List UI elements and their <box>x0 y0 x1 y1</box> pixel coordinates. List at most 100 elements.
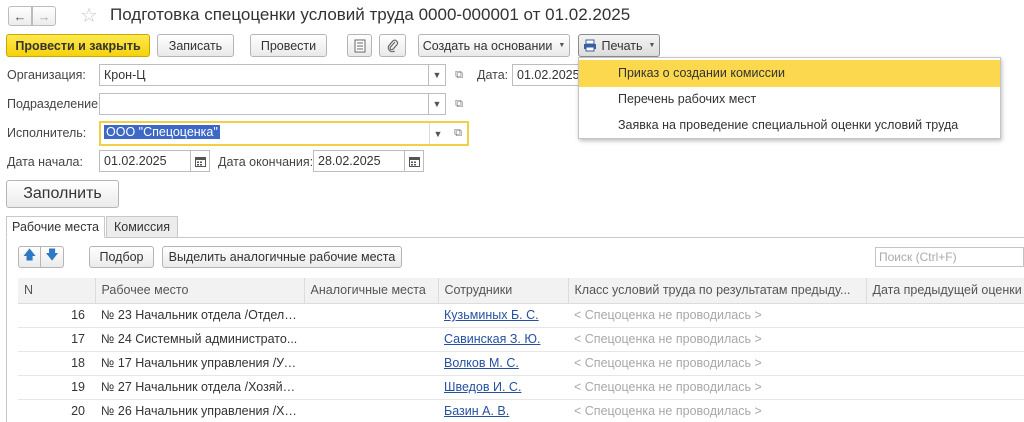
create-based-on-button[interactable]: Создать на основании ▼ <box>418 34 570 57</box>
row-prev-date <box>866 351 1024 376</box>
end-date-calendar-button[interactable] <box>405 150 424 172</box>
page-title: Подготовка спецоценки условий труда 0000… <box>110 5 631 24</box>
panel-border <box>6 237 7 422</box>
select-similar-button[interactable]: Выделить аналогичные рабочие места <box>162 246 402 268</box>
move-down-button[interactable]: 🡇 <box>41 246 64 268</box>
document-window: ← → ☆ Подготовка спецоценки условий труд… <box>0 0 1024 422</box>
start-date-calendar-button[interactable] <box>191 150 210 172</box>
paperclip-icon <box>387 39 398 52</box>
fill-button[interactable]: Заполнить <box>6 180 119 208</box>
print-menu-item-workplace-list[interactable]: Перечень рабочих мест <box>579 86 1000 113</box>
document-list-icon <box>354 39 365 52</box>
row-similar <box>304 399 438 422</box>
forward-button[interactable]: → <box>32 6 56 26</box>
row-similar <box>304 327 438 352</box>
column-header-employees[interactable]: Сотрудники <box>438 278 569 304</box>
department-label: Подразделение: <box>7 97 102 111</box>
table-row[interactable]: 19 № 27 Начальник отдела /Хозяйс... Швед… <box>18 375 1024 400</box>
row-employee-link[interactable]: Базин А. В. <box>438 399 568 422</box>
column-header-prev-date[interactable]: Дата предыдущей оценки <box>866 278 1024 304</box>
executor-label: Исполнитель: <box>7 126 87 140</box>
table-row[interactable]: 17 № 24 Системный администрато... Савинс… <box>18 327 1024 352</box>
row-number: 16 <box>18 303 95 328</box>
executor-open-icon[interactable]: ⧉ <box>450 125 466 141</box>
organization-open-icon[interactable]: ⧉ <box>451 67 467 83</box>
document-structure-button[interactable] <box>347 34 372 57</box>
column-header-similar[interactable]: Аналогичные места <box>304 278 439 304</box>
row-workplace: № 27 Начальник отдела /Хозяйс... <box>95 375 304 400</box>
end-date-label: Дата окончания: <box>218 155 314 169</box>
table-row[interactable]: 16 № 23 Начальник отдела /Отдел ... Кузь… <box>18 303 1024 328</box>
create-based-on-label: Создать на основании <box>422 38 553 53</box>
row-employee-link[interactable]: Шведов И. С. <box>438 375 568 400</box>
chevron-down-icon: ▼ <box>432 99 442 109</box>
attachments-button[interactable] <box>379 34 406 57</box>
row-number: 19 <box>18 375 95 400</box>
print-menu: Приказ о создании комиссии Перечень рабо… <box>578 57 1001 139</box>
tab-commission[interactable]: Комиссия <box>106 216 178 238</box>
row-employee-link[interactable]: Савинская З. Ю. <box>438 327 568 352</box>
dropdown-caret-icon: ▼ <box>558 42 566 49</box>
chevron-down-icon: ▼ <box>433 128 443 139</box>
back-button[interactable]: ← <box>8 6 32 26</box>
pick-button[interactable]: Подбор <box>89 246 154 268</box>
calendar-icon <box>408 156 420 167</box>
arrow-up-icon: 🡅 <box>22 247 37 262</box>
date-label: Дата: <box>477 68 509 82</box>
organization-label: Организация: <box>7 68 86 82</box>
row-workplace: № 17 Начальник управления /Уп... <box>95 351 304 376</box>
post-and-close-button[interactable]: Провести и закрыть <box>6 34 150 57</box>
start-date-label: Дата начала: <box>7 155 83 169</box>
row-number: 20 <box>18 399 95 422</box>
arrow-right-icon: → <box>37 8 51 24</box>
table-row[interactable]: 20 № 26 Начальник управления /Хо... Бази… <box>18 399 1024 422</box>
department-field[interactable] <box>99 93 429 115</box>
workplaces-table: N Рабочее место Аналогичные места Сотруд… <box>18 278 1024 422</box>
calendar-icon <box>194 156 206 167</box>
department-open-icon[interactable]: ⧉ <box>451 96 467 112</box>
table-row[interactable]: 18 № 17 Начальник управления /Уп... Волк… <box>18 351 1024 376</box>
row-prev-date <box>866 375 1024 400</box>
row-similar <box>304 375 438 400</box>
table-header: N Рабочее место Аналогичные места Сотруд… <box>18 278 1024 304</box>
search-input[interactable]: Поиск (Ctrl+F) <box>875 247 1024 267</box>
date-field[interactable]: 01.02.2025 <box>512 64 579 86</box>
row-number: 18 <box>18 351 95 376</box>
row-prev-date <box>866 303 1024 328</box>
column-header-class[interactable]: Класс условий труда по результатам преды… <box>568 278 867 304</box>
row-class: < Спецоценка не проводилась > <box>568 399 866 422</box>
print-menu-item-commission-order[interactable]: Приказ о создании комиссии <box>579 60 1000 87</box>
tab-workplaces[interactable]: Рабочие места <box>6 216 105 238</box>
row-employee-link[interactable]: Волков М. С. <box>438 351 568 376</box>
row-number: 17 <box>18 327 95 352</box>
print-button[interactable]: Печать ▼ <box>578 34 660 57</box>
move-up-button[interactable]: 🡅 <box>18 246 41 268</box>
executor-dropdown-button[interactable]: ▼ <box>429 123 446 144</box>
column-header-workplace[interactable]: Рабочее место <box>95 278 305 304</box>
department-dropdown-button[interactable]: ▼ <box>429 93 446 115</box>
executor-field[interactable]: ООО "Спецоценка" <box>99 121 469 146</box>
print-label: Печать <box>601 38 643 53</box>
row-workplace: № 26 Начальник управления /Хо... <box>95 399 304 422</box>
print-menu-item-assessment-request[interactable]: Заявка на проведение специальной оценки … <box>579 112 1000 139</box>
row-similar <box>304 303 438 328</box>
star-icon[interactable]: ☆ <box>80 3 98 28</box>
row-class: < Спецоценка не проводилась > <box>568 351 866 376</box>
organization-dropdown-button[interactable]: ▼ <box>429 64 446 86</box>
chevron-down-icon: ▼ <box>432 70 442 80</box>
arrow-left-icon: ← <box>13 8 27 24</box>
save-button[interactable]: Записать <box>157 34 234 57</box>
post-button[interactable]: Провести <box>250 34 327 57</box>
end-date-field[interactable]: 28.02.2025 <box>313 150 405 172</box>
printer-icon <box>583 39 596 52</box>
row-similar <box>304 351 438 376</box>
row-class: < Спецоценка не проводилась > <box>568 327 866 352</box>
row-prev-date <box>866 399 1024 422</box>
row-prev-date <box>866 327 1024 352</box>
organization-field[interactable]: Крон-Ц <box>99 64 429 86</box>
executor-value: ООО "Спецоценка" <box>104 125 220 139</box>
row-workplace: № 23 Начальник отдела /Отдел ... <box>95 303 304 328</box>
row-employee-link[interactable]: Кузьминых Б. С. <box>438 303 568 328</box>
column-header-n[interactable]: N <box>18 278 96 304</box>
start-date-field[interactable]: 01.02.2025 <box>99 150 191 172</box>
